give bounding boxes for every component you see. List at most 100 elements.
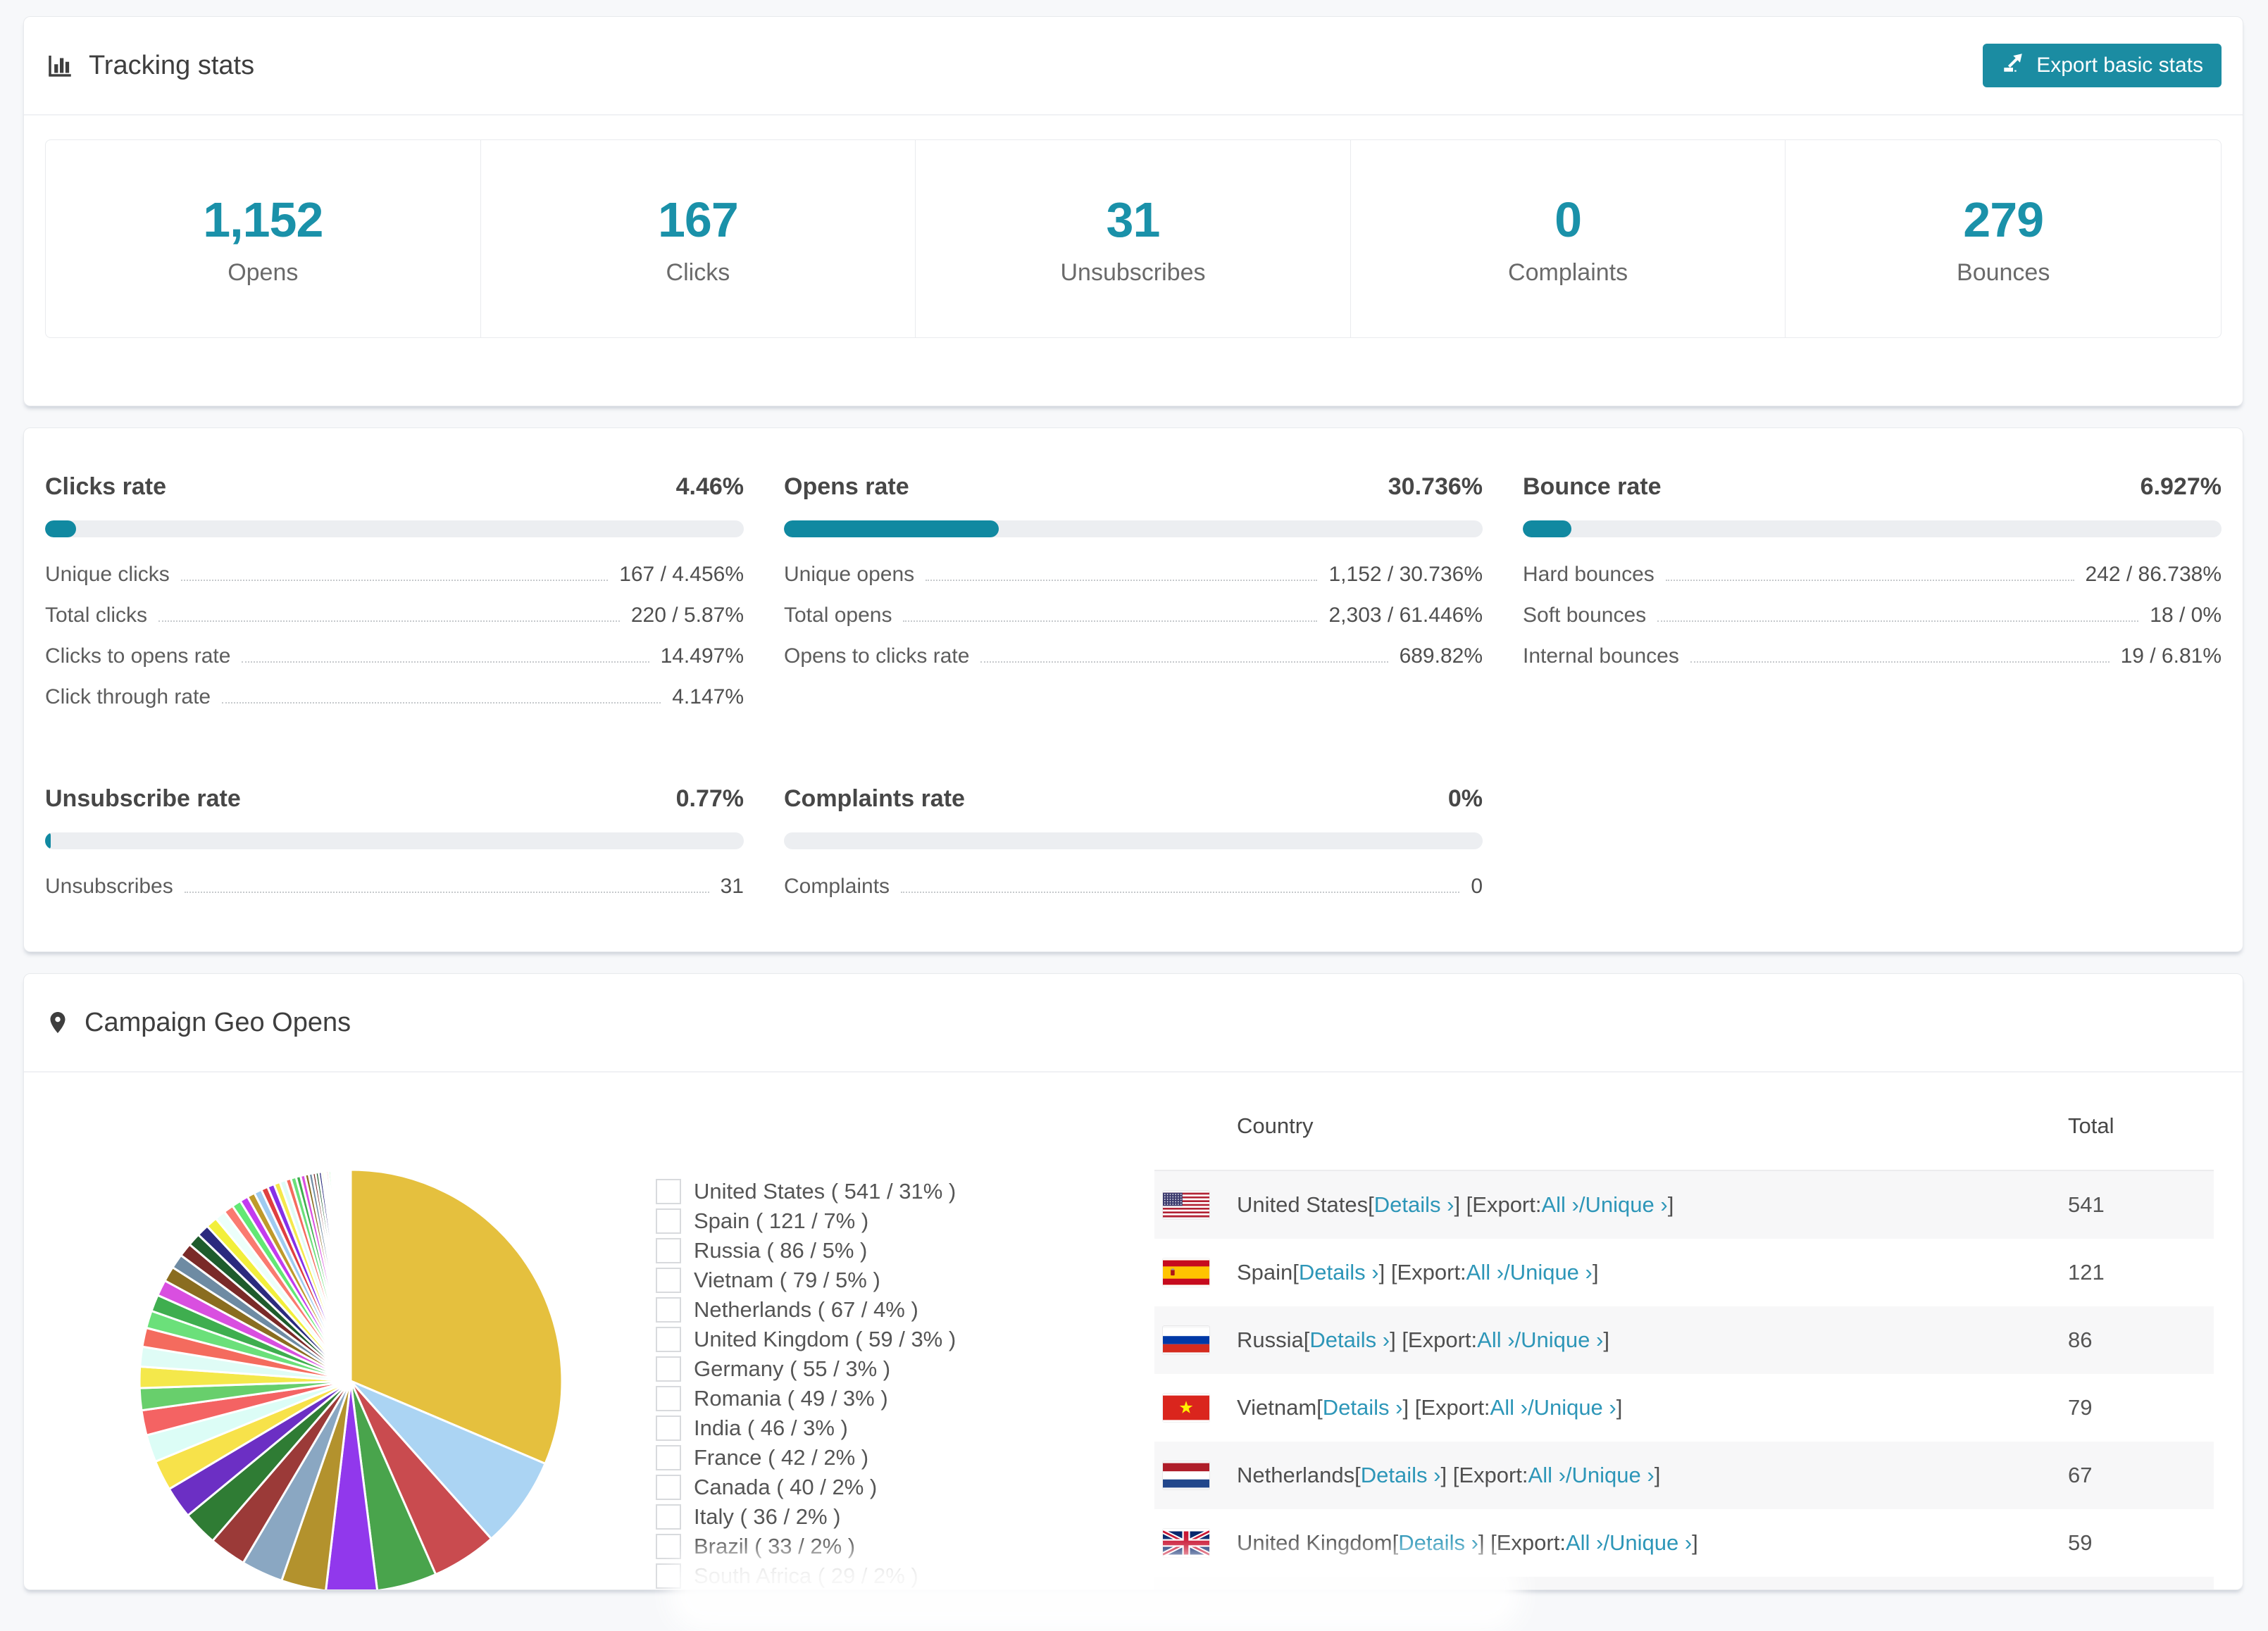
opens-rate-bar-track	[784, 520, 1483, 537]
legend-swatch	[656, 1445, 681, 1470]
legend-swatch	[656, 1179, 681, 1204]
export-all-link[interactable]: All ›	[1477, 1327, 1514, 1353]
clicks-rate-section: Clicks rate 4.46% Unique clicks 167 / 4.456…	[45, 473, 744, 726]
legend-label: France ( 42 / 2% )	[694, 1445, 869, 1470]
export-unique-link[interactable]: Unique ›	[1585, 1192, 1668, 1218]
rate-row-value: 1,152 / 30.736%	[1328, 563, 1483, 586]
rate-row: Total clicks 220 / 5.87%	[45, 604, 744, 644]
export-icon	[2001, 51, 2025, 80]
country-name: United Kingdom	[1237, 1530, 1392, 1555]
clicks-rate-bar-track	[45, 520, 744, 537]
bottom-overlay-blur	[669, 1554, 1521, 1631]
bar-chart-icon	[45, 51, 75, 80]
rate-row: Soft bounces 18 / 0%	[1523, 604, 2222, 644]
geo-row-text: Russia [Details ›] [Export: All › / Uniq…	[1237, 1327, 1609, 1353]
dotted-leader	[980, 661, 1388, 663]
export-unique-link[interactable]: Unique ›	[1510, 1260, 1593, 1285]
stat-value-clicks: 167	[657, 192, 739, 247]
rate-row: Complaints 0	[784, 875, 1483, 916]
unsubscribe-rate-title: Unsubscribe rate	[45, 785, 241, 812]
geo-row-total: 55	[2068, 1577, 2092, 1589]
geo-table-row-nl: Netherlands [Details ›] [Export: All › /…	[1154, 1442, 2214, 1509]
legend-label: Russia ( 86 / 5% )	[694, 1238, 868, 1263]
page-title: Tracking stats	[89, 50, 255, 80]
complaints-rate-rows: Complaints 0	[784, 875, 1483, 916]
stat-value-opens: 1,152	[203, 192, 323, 247]
geo-table-row-vn: Vietnam [Details ›] [Export: All › / Uni…	[1154, 1374, 2214, 1442]
legend-swatch	[656, 1327, 681, 1352]
export-all-link[interactable]: All ›	[1490, 1395, 1528, 1420]
legend-label: Spain ( 121 / 7% )	[694, 1208, 869, 1233]
bounce-rate-value: 6.927%	[2140, 473, 2222, 500]
geo-row-total: 86	[2068, 1327, 2093, 1352]
details-link[interactable]: Details ›	[1398, 1530, 1478, 1556]
details-link[interactable]: Details ›	[1374, 1192, 1454, 1218]
export-all-link[interactable]: All ›	[1566, 1530, 1603, 1556]
unsubscribe-rate-section: Unsubscribe rate 0.77% Unsubscribes 31	[45, 785, 744, 916]
unsubscribe-rate-head: Unsubscribe rate 0.77%	[45, 785, 744, 813]
export-all-link[interactable]: All ›	[1528, 1463, 1566, 1488]
unsubscribe-rate-bar-fill	[45, 832, 51, 849]
unsubscribe-rate-value: 0.77%	[675, 785, 744, 812]
rate-row-label: Internal bounces	[1523, 644, 1679, 668]
legend-swatch	[656, 1416, 681, 1441]
legend-item: Canada ( 40 / 2% )	[656, 1473, 956, 1502]
dotted-leader	[926, 580, 1318, 581]
export-unique-link[interactable]: Unique ›	[1572, 1463, 1655, 1488]
clicks-rate-head: Clicks rate 4.46%	[45, 473, 744, 501]
export-all-link[interactable]: All ›	[1541, 1192, 1578, 1218]
dotted-leader	[158, 620, 620, 622]
dotted-leader	[901, 892, 1460, 893]
rates-grid: Clicks rate 4.46% Unique clicks 167 / 4.456…	[24, 428, 2243, 916]
clicks-rate-value: 4.46%	[675, 473, 744, 500]
export-unique-link[interactable]: Unique ›	[1521, 1327, 1603, 1353]
rate-row: Internal bounces 19 / 6.81%	[1523, 644, 2222, 685]
legend-swatch	[656, 1238, 681, 1263]
clicks-rate-rows: Unique clicks 167 / 4.456% Total clicks 220…	[45, 563, 744, 726]
export-unique-link[interactable]: Unique ›	[1534, 1395, 1616, 1420]
bounce-rate-title: Bounce rate	[1523, 473, 1662, 500]
legend-swatch	[656, 1268, 681, 1293]
details-link[interactable]: Details ›	[1323, 1395, 1403, 1420]
geo-body: United States ( 541 / 31% ) Spain ( 121 /…	[24, 1073, 2243, 1589]
opens-rate-title: Opens rate	[784, 473, 909, 500]
country-name: Spain	[1237, 1260, 1293, 1285]
legend-label: United Kingdom ( 59 / 3% )	[694, 1327, 957, 1351]
legend-swatch	[656, 1386, 681, 1411]
stat-value-bounces: 279	[1963, 192, 2044, 247]
bounce-rate-bar-track	[1523, 520, 2222, 537]
export-all-link[interactable]: All ›	[1466, 1260, 1504, 1285]
rate-row-label: Hard bounces	[1523, 563, 1655, 586]
geo-row-text: Netherlands [Details ›] [Export: All › /…	[1237, 1463, 1661, 1488]
rate-row: Hard bounces 242 / 86.738%	[1523, 563, 2222, 604]
dotted-leader	[1657, 620, 2139, 622]
legend-item: Romania ( 49 / 3% )	[656, 1384, 956, 1413]
legend-item: Russia ( 86 / 5% )	[656, 1236, 956, 1266]
complaints-rate-head: Complaints rate 0%	[784, 785, 1483, 813]
opens-rate-section: Opens rate 30.736% Unique opens 1,152 / 30.…	[784, 473, 1483, 726]
legend-item: France ( 42 / 2% )	[656, 1443, 956, 1473]
legend-swatch	[656, 1297, 681, 1323]
opens-rate-head: Opens rate 30.736%	[784, 473, 1483, 501]
rate-row-label: Total opens	[784, 604, 892, 627]
details-link[interactable]: Details ›	[1309, 1327, 1390, 1353]
dotted-leader	[180, 580, 609, 581]
export-button-label: Export basic stats	[2036, 54, 2203, 77]
complaints-rate-bar-track	[784, 832, 1483, 849]
rate-row-value: 4.147%	[672, 685, 744, 708]
rate-row-label: Clicks to opens rate	[45, 644, 231, 668]
stat-cell-clicks: 167 Clicks	[481, 140, 916, 337]
geo-row-text: Spain [Details ›] [Export: All › / Uniqu…	[1237, 1260, 1599, 1285]
stat-cell-opens: 1,152 Opens	[46, 140, 481, 337]
country-name: United States	[1237, 1192, 1369, 1217]
complaints-rate-value: 0%	[1447, 785, 1483, 812]
legend-item: United States ( 541 / 31% )	[656, 1177, 956, 1206]
legend-swatch	[656, 1475, 681, 1500]
details-link[interactable]: Details ›	[1299, 1260, 1379, 1285]
details-link[interactable]: Details ›	[1361, 1463, 1441, 1488]
export-basic-stats-button[interactable]: Export basic stats	[1983, 44, 2222, 87]
rate-row: Unsubscribes 31	[45, 875, 744, 916]
rate-row-value: 31	[720, 875, 744, 898]
geo-col-country: Country	[1237, 1113, 1314, 1138]
export-unique-link[interactable]: Unique ›	[1609, 1530, 1692, 1556]
